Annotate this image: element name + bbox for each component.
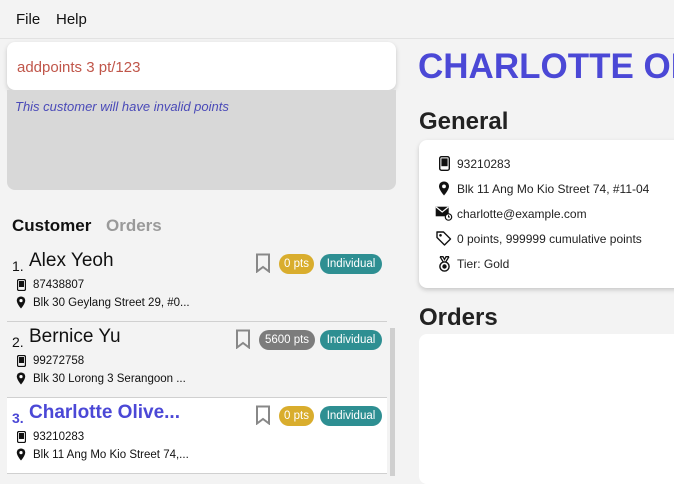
bookmark-icon[interactable]	[235, 329, 251, 354]
detail-email: charlotte@example.com	[457, 206, 587, 221]
command-box[interactable]: addpoints 3 pt/123	[7, 42, 396, 90]
tier-badge: Individual	[320, 254, 382, 274]
general-info-card: 93210283 Blk 11 Ang Mo Kio Street 74, #1…	[419, 140, 674, 288]
phone-icon	[435, 156, 453, 171]
customer-index: 2.	[12, 334, 24, 350]
tab-orders[interactable]: Orders	[106, 216, 162, 236]
customer-name: Bernice Yu	[29, 326, 121, 347]
customer-name: Alex Yeoh	[29, 250, 114, 271]
location-pin-icon	[14, 296, 28, 309]
customer-list-scrollbar[interactable]	[390, 328, 395, 476]
detail-tier: Tier: Gold	[457, 257, 510, 271]
points-badge: 5600 pts	[259, 330, 315, 350]
detail-points: 0 points, 999999 cumulative points	[457, 231, 642, 246]
customer-address-row: Blk 30 Geylang Street 29, #0...	[14, 296, 190, 309]
customer-address: Blk 30 Lorong 3 Serangoon ...	[33, 372, 186, 385]
customer-card[interactable]: 2. Bernice Yu 99272758 Blk 30 Lorong 3 S…	[7, 322, 387, 397]
tag-icon	[435, 231, 453, 246]
phone-icon	[14, 431, 28, 443]
tier-badge: Individual	[320, 330, 382, 350]
bookmark-icon[interactable]	[255, 405, 271, 430]
phone-icon	[14, 355, 28, 367]
detail-phone-row: 93210283	[435, 156, 510, 171]
result-message: This customer will have invalid points	[15, 99, 229, 114]
location-pin-icon	[14, 372, 28, 385]
detail-tier-row: Tier: Gold	[435, 256, 509, 272]
customer-address: Blk 11 Ang Mo Kio Street 74,...	[33, 448, 189, 461]
customer-phone: 99272758	[33, 355, 85, 367]
points-badge: 0 pts	[279, 254, 314, 274]
detail-email-row: charlotte@example.com	[435, 206, 587, 221]
tab-customer[interactable]: Customer	[12, 216, 91, 236]
result-display: This customer will have invalid points	[7, 90, 396, 190]
detail-phone: 93210283	[457, 156, 511, 171]
menu-file[interactable]: File	[16, 11, 40, 28]
customer-phone: 93210283	[33, 431, 85, 443]
points-badge: 0 pts	[279, 406, 314, 426]
detail-customer-name: CHARLOTTE OL	[418, 47, 674, 86]
detail-points-row: 0 points, 999999 cumulative points	[435, 231, 642, 246]
command-input[interactable]: addpoints 3 pt/123	[17, 59, 140, 76]
location-pin-icon	[435, 181, 453, 196]
customer-address-row: Blk 30 Lorong 3 Serangoon ...	[14, 372, 186, 385]
email-icon	[435, 206, 453, 221]
customer-address: Blk 30 Geylang Street 29, #0...	[33, 296, 190, 309]
customer-index: 1.	[12, 258, 24, 274]
customer-phone: 87438807	[33, 279, 85, 291]
bookmark-icon[interactable]	[255, 253, 271, 278]
tier-badge: Individual	[320, 406, 382, 426]
customer-phone-row: 87438807	[14, 279, 84, 291]
customer-address-row: Blk 11 Ang Mo Kio Street 74,...	[14, 448, 189, 461]
phone-icon	[14, 279, 28, 291]
customer-name: Charlotte Olive...	[29, 402, 180, 423]
medal-icon	[435, 256, 453, 272]
menu-bar: File Help	[0, 0, 674, 39]
orders-heading: Orders	[419, 304, 498, 331]
general-heading: General	[419, 108, 509, 135]
menu-help[interactable]: Help	[56, 11, 87, 28]
detail-address: Blk 11 Ang Mo Kio Street 74, #11-04	[457, 181, 650, 196]
customer-card-selected[interactable]: 3. Charlotte Olive... 93210283 Blk 11 An…	[7, 398, 387, 473]
customer-phone-row: 99272758	[14, 355, 84, 367]
location-pin-icon	[14, 448, 28, 461]
orders-panel	[419, 334, 674, 484]
customer-phone-row: 93210283	[14, 431, 84, 443]
customer-card[interactable]: 1. Alex Yeoh 87438807 Blk 30 Geylang Str…	[7, 246, 387, 321]
customer-index: 3.	[12, 410, 24, 426]
detail-address-row: Blk 11 Ang Mo Kio Street 74, #11-04	[435, 181, 649, 196]
list-divider	[7, 473, 387, 474]
